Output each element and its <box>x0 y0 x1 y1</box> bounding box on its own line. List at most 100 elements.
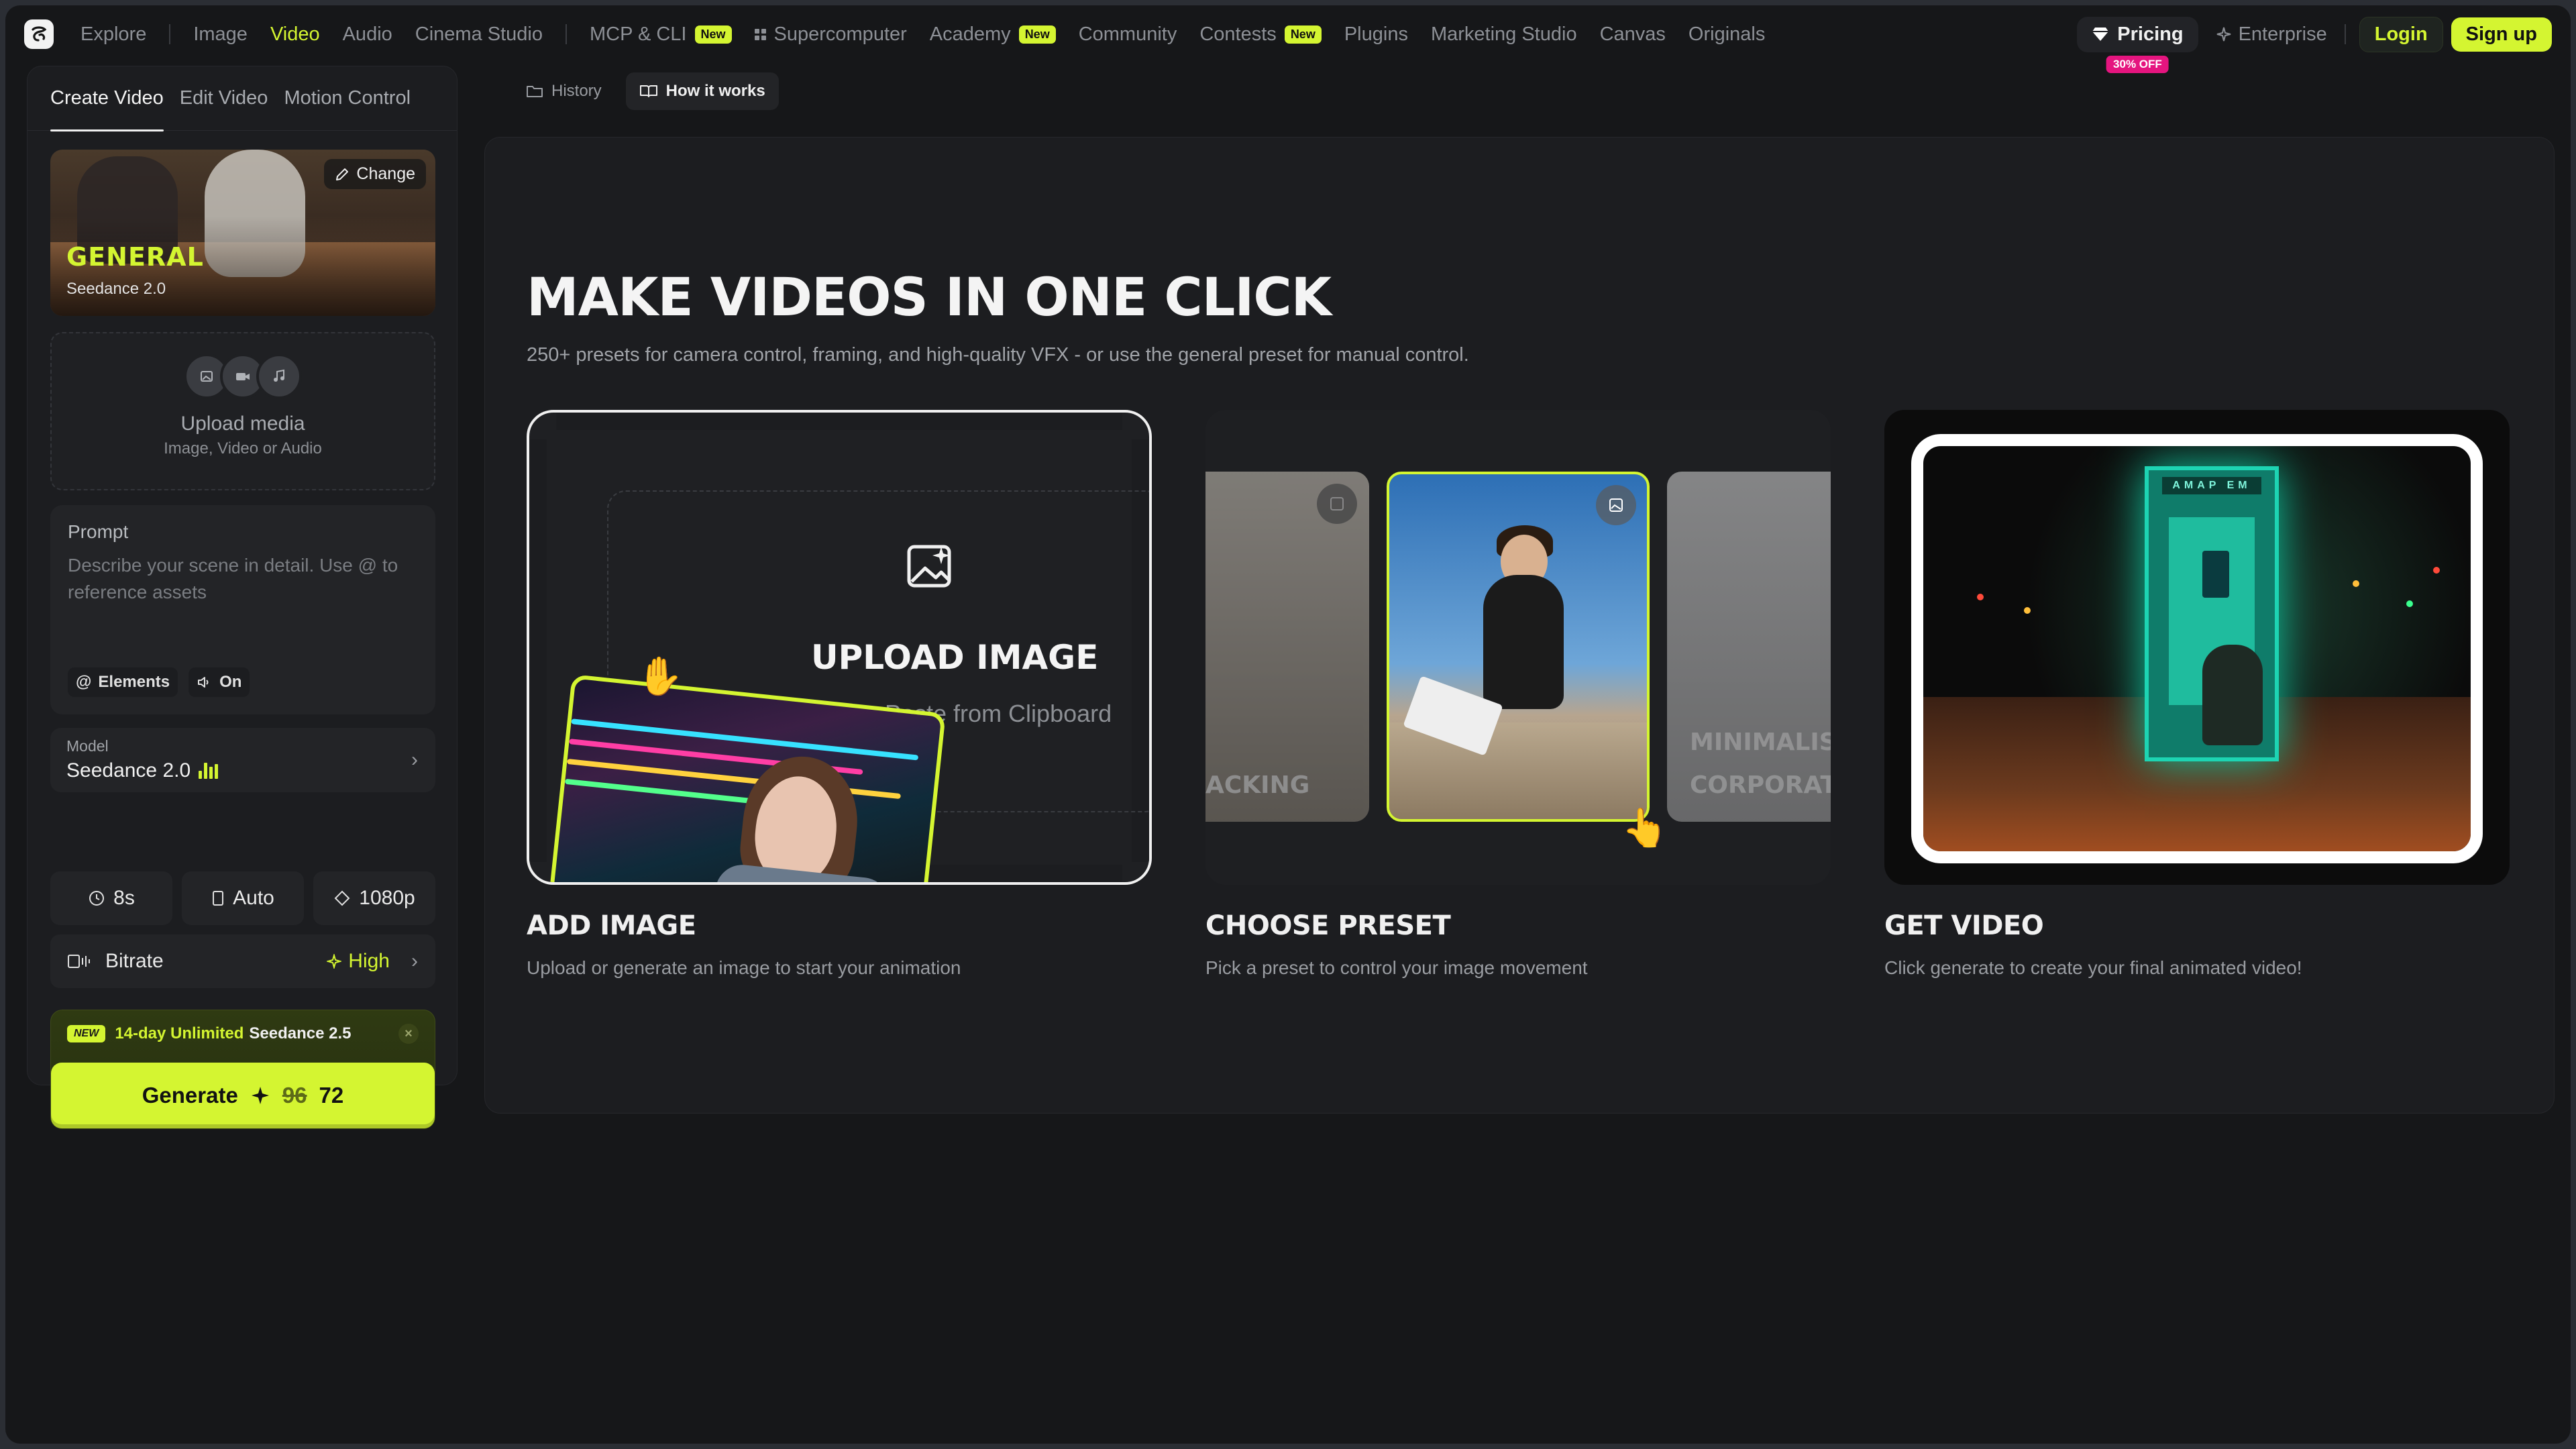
audio-toggle-label: On <box>219 673 242 691</box>
nav-item-label: MCP & CLI <box>589 23 687 45</box>
signal-bars-icon <box>199 763 219 779</box>
elements-button[interactable]: @ Elements <box>68 667 178 697</box>
image-icon <box>1596 485 1636 525</box>
bitrate-value: High <box>327 950 390 973</box>
duration-option[interactable]: 8s <box>50 871 172 925</box>
page-subtitle: 250+ presets for camera control, framing… <box>527 344 1469 366</box>
step-choose-preset: ACKING MINIMALISM CORPORATE 👆 <box>1205 410 1831 979</box>
nav-divider <box>169 24 171 44</box>
step-title: ADD IMAGE <box>527 910 696 941</box>
main-tabs: History How it works <box>513 72 779 110</box>
promo-banner: NEW 14-day Unlimited Seedance 2.5 × Gene… <box>50 1010 435 1129</box>
top-navigation: Explore Image Video Audio Cinema Studio … <box>5 5 2571 73</box>
close-icon[interactable]: × <box>398 1024 419 1044</box>
nav-divider <box>565 24 567 44</box>
nav-item-academy[interactable]: Academy New <box>930 23 1056 46</box>
nav-item-audio[interactable]: Audio <box>343 23 392 46</box>
nav-item-marketing-studio[interactable]: Marketing Studio <box>1431 23 1577 46</box>
nav-item-video[interactable]: Video <box>270 23 320 46</box>
model-name: Seedance 2.0 <box>66 759 191 782</box>
prompt-tools: @ Elements On <box>68 667 250 697</box>
model-selector[interactable]: Model Seedance 2.0 › <box>50 728 435 792</box>
model-label: Model <box>66 737 109 755</box>
chevron-right-icon: › <box>411 749 418 771</box>
app-logo-icon[interactable] <box>24 19 54 49</box>
nav-item-label: Academy <box>929 23 1011 45</box>
duration-value: 8s <box>113 887 135 909</box>
resolution-option[interactable]: 1080p <box>313 871 435 925</box>
change-preset-button[interactable]: Change <box>324 159 426 189</box>
tab-history[interactable]: History <box>513 72 615 110</box>
booth-sign: AMAP EM <box>2162 477 2261 494</box>
step-description: Upload or generate an image to start you… <box>527 957 961 978</box>
new-badge: New <box>694 25 732 44</box>
nav-item-community[interactable]: Community <box>1079 23 1177 46</box>
pricing-button[interactable]: Pricing <box>2077 16 2198 52</box>
step-card-presets: ACKING MINIMALISM CORPORATE 👆 <box>1205 410 1831 885</box>
enterprise-link[interactable]: Enterprise <box>2216 23 2327 46</box>
pencil-icon <box>336 168 349 180</box>
nav-item-plugins[interactable]: Plugins <box>1344 23 1408 46</box>
how-it-works-panel: MAKE VIDEOS IN ONE CLICK 250+ presets fo… <box>484 137 2555 1114</box>
enterprise-label: Enterprise <box>2238 23 2327 45</box>
nav-item-contests[interactable]: Contests New <box>1199 23 1322 46</box>
aspect-ratio-value: Auto <box>233 887 274 909</box>
grab-cursor-icon: ✋ <box>637 655 684 697</box>
at-icon: @ <box>76 673 92 691</box>
preset-tile: ACKING <box>1205 472 1369 822</box>
sparkle-icon <box>2216 27 2231 42</box>
step-description: Pick a preset to control your image move… <box>1205 957 1588 978</box>
video-preview: AMAP EM <box>1911 434 2483 863</box>
new-badge: New <box>1018 25 1056 44</box>
tab-edit-video[interactable]: Edit Video <box>180 66 268 131</box>
discount-badge: 30% OFF <box>2106 55 2169 73</box>
aspect-ratio-icon <box>213 891 224 906</box>
nav-item-originals[interactable]: Originals <box>1688 23 1765 46</box>
tab-create-video[interactable]: Create Video <box>50 66 164 131</box>
step-title: GET VIDEO <box>1884 910 2044 941</box>
generate-button[interactable]: Generate 96 72 <box>51 1063 435 1128</box>
nav-item-cinema-studio[interactable]: Cinema Studio <box>415 23 543 46</box>
tab-how-it-works-label: How it works <box>665 82 765 100</box>
prompt-placeholder: Describe your scene in detail. Use @ to … <box>68 555 398 602</box>
image-icon <box>1317 484 1357 524</box>
upload-subtitle: Image, Video or Audio <box>164 439 322 458</box>
model-value: Seedance 2.0 <box>66 759 419 782</box>
step-title: CHOOSE PRESET <box>1205 910 1451 941</box>
new-badge: NEW <box>67 1025 106 1042</box>
audio-toggle[interactable]: On <box>189 667 250 697</box>
preset-tile-label: ACKING <box>1205 771 1310 799</box>
login-button[interactable]: Login <box>2359 16 2443 52</box>
nav-item-explore[interactable]: Explore <box>80 23 146 46</box>
card-frame-gap <box>556 413 1122 430</box>
upload-card-title: UPLOAD IMAGE <box>811 638 1099 677</box>
nav-item-supercomputer[interactable]: Supercomputer <box>754 23 907 46</box>
credit-cost: 72 <box>319 1083 344 1108</box>
folder-icon <box>527 86 543 97</box>
nav-item-image[interactable]: Image <box>193 23 248 46</box>
page-title: MAKE VIDEOS IN ONE CLICK <box>527 268 1332 328</box>
speaker-icon <box>198 677 209 688</box>
aspect-ratio-option[interactable]: Auto <box>182 871 304 925</box>
card-frame-gap <box>529 439 547 862</box>
nav-actions: Pricing 30% OFF Enterprise Login Sign up <box>2077 16 2552 73</box>
bitrate-value-label: High <box>348 950 390 972</box>
nav-item-mcp-cli[interactable]: MCP & CLI New <box>590 23 732 46</box>
old-credit-cost: 96 <box>282 1083 307 1108</box>
preset-model: Seedance 2.0 <box>66 280 166 298</box>
signup-button[interactable]: Sign up <box>2451 17 2552 52</box>
nav-item-label: Contests <box>1199 23 1277 45</box>
nav-divider <box>2344 24 2346 44</box>
nav-item-canvas[interactable]: Canvas <box>1600 23 1666 46</box>
bitrate-icon <box>68 955 90 968</box>
tab-motion-control[interactable]: Motion Control <box>284 66 411 131</box>
prompt-field[interactable]: Prompt Describe your scene in detail. Us… <box>50 505 435 714</box>
pricing-wrapper: Pricing 30% OFF <box>2077 16 2198 73</box>
main-nav: Explore Image Video Audio Cinema Studio … <box>80 23 1788 46</box>
preset-tile: MINIMALISM CORPORATE <box>1667 472 1831 822</box>
bitrate-selector[interactable]: Bitrate High › <box>50 934 435 988</box>
step-get-video: AMAP EM GET VIDEO Click generate to crea… <box>1884 410 2510 979</box>
upload-media-dropzone[interactable]: Upload media Image, Video or Audio <box>50 332 435 490</box>
tab-how-it-works[interactable]: How it works <box>625 72 779 110</box>
preset-card[interactable]: Change GENERAL Seedance 2.0 <box>50 150 435 316</box>
